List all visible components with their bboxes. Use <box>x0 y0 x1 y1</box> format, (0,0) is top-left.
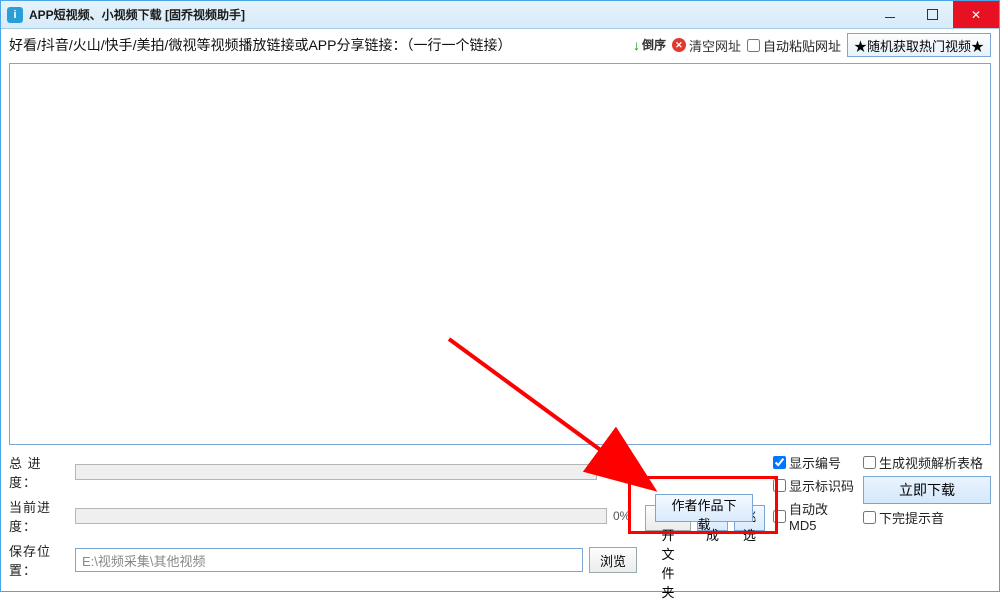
arrow-down-icon: ↓ <box>633 37 640 53</box>
app-icon: i <box>7 7 23 23</box>
gen-parse-table-input[interactable] <box>863 456 876 469</box>
bottom-left-column: 总 进 度： 0/0 当前进度： 0% 保存位置： 浏览 <box>9 453 637 579</box>
maximize-button[interactable] <box>911 1 953 28</box>
url-input-area <box>9 63 991 445</box>
clear-urls-label: 清空网址 <box>689 36 741 55</box>
auto-paste-label: 自动粘贴网址 <box>763 36 841 55</box>
total-progress-bar <box>75 464 597 480</box>
random-hot-button[interactable]: ★随机获取热门视频★ <box>847 33 991 57</box>
show-index-checkbox[interactable]: 显示编号 <box>773 453 855 472</box>
instruction-label: 好看/抖音/火山/快手/美拍/微视等视频播放链接或APP分享链接：（一行一个链接… <box>9 35 511 55</box>
show-idcode-checkbox[interactable]: 显示标识码 <box>773 476 855 495</box>
auto-paste-input[interactable] <box>747 39 760 52</box>
author-works-download-button[interactable]: 作者作品下载 <box>655 494 753 522</box>
download-column: 生成视频解析表格 立即下载 下完提示音 <box>863 453 991 579</box>
current-progress-label: 当前进度： <box>9 497 69 535</box>
auto-md5-label: 自动改MD5 <box>789 499 855 533</box>
auto-md5-input[interactable] <box>773 510 786 523</box>
close-button[interactable] <box>953 1 999 28</box>
minimize-button[interactable] <box>869 1 911 28</box>
show-index-label: 显示编号 <box>789 453 841 472</box>
reverse-order-button[interactable]: ↓ 倒序 <box>633 37 666 53</box>
clear-icon: ✕ <box>672 38 686 52</box>
done-sound-input[interactable] <box>863 511 876 524</box>
window-title: APP短视频、小视频下载 [固乔视频助手] <box>29 6 869 23</box>
browse-button[interactable]: 浏览 <box>589 547 637 573</box>
total-progress-label: 总 进 度： <box>9 453 69 491</box>
current-progress-bar <box>75 508 607 524</box>
url-textarea[interactable] <box>9 63 991 445</box>
done-sound-checkbox[interactable]: 下完提示音 <box>863 508 944 527</box>
show-idcode-input[interactable] <box>773 479 786 492</box>
options-column: 显示编号 显示标识码 自动改MD5 <box>773 453 855 579</box>
show-idcode-label: 显示标识码 <box>789 476 854 495</box>
gen-parse-table-checkbox[interactable]: 生成视频解析表格 <box>863 453 983 472</box>
total-progress-ratio: 0/0 <box>603 465 637 479</box>
bottom-panel: 总 进 度： 0/0 当前进度： 0% 保存位置： 浏览 打开文件夹 生成 挑选 <box>1 447 999 579</box>
save-path-label: 保存位置： <box>9 541 69 579</box>
save-path-row: 保存位置： 浏览 <box>9 541 637 579</box>
clear-urls-button[interactable]: ✕ 清空网址 <box>672 36 741 55</box>
save-path-input[interactable] <box>75 548 583 572</box>
done-sound-label: 下完提示音 <box>879 508 944 527</box>
total-progress-row: 总 进 度： 0/0 <box>9 453 637 491</box>
auto-paste-checkbox[interactable]: 自动粘贴网址 <box>747 36 841 55</box>
window-controls <box>869 1 999 28</box>
auto-md5-checkbox[interactable]: 自动改MD5 <box>773 499 855 533</box>
show-index-input[interactable] <box>773 456 786 469</box>
download-now-button[interactable]: 立即下载 <box>863 476 991 504</box>
gen-parse-table-label: 生成视频解析表格 <box>879 453 983 472</box>
app-window: i APP短视频、小视频下载 [固乔视频助手] 好看/抖音/火山/快手/美拍/微… <box>0 0 1000 592</box>
reverse-order-label: 倒序 <box>642 39 666 51</box>
title-bar: i APP短视频、小视频下载 [固乔视频助手] <box>1 1 999 29</box>
toolbar: 好看/抖音/火山/快手/美拍/微视等视频播放链接或APP分享链接：（一行一个链接… <box>1 29 999 61</box>
current-progress-row: 当前进度： 0% <box>9 497 637 535</box>
current-progress-pct: 0% <box>613 509 637 523</box>
